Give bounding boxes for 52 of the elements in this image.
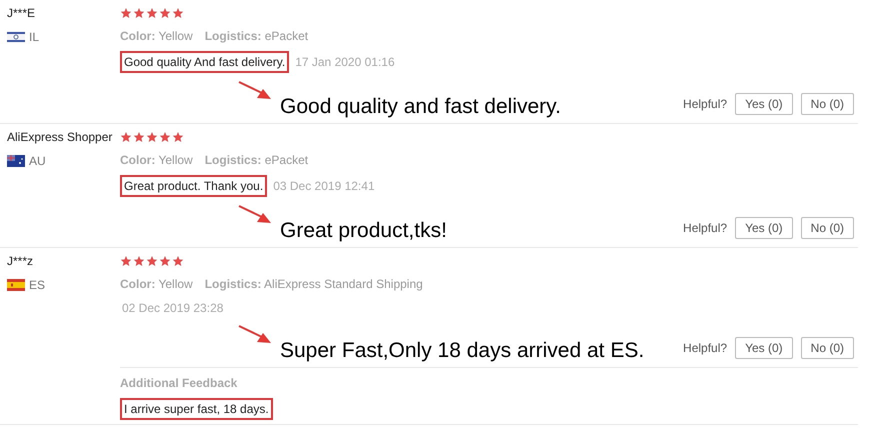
color-info: Color: Yellow xyxy=(120,152,193,169)
review-text: Great product. Thank you. xyxy=(120,175,268,197)
yes-button[interactable]: Yes (0) xyxy=(735,93,793,115)
logistics-info: Logistics: ePacket xyxy=(204,28,308,45)
star-icon xyxy=(120,255,132,267)
star-icon xyxy=(172,255,184,267)
country-code: ES xyxy=(29,277,46,294)
flag-icon xyxy=(7,31,25,43)
star-icon xyxy=(159,131,171,143)
star-icon xyxy=(120,7,132,19)
arrow-icon xyxy=(238,81,272,101)
star-icon xyxy=(133,255,145,267)
star-icon xyxy=(133,7,145,19)
review-date: 17 Jan 2020 01:16 xyxy=(294,54,395,71)
flag-icon xyxy=(7,155,25,167)
star-icon xyxy=(146,131,158,143)
reviewer-name: J***z xyxy=(7,253,34,270)
no-button[interactable]: No (0) xyxy=(800,217,854,239)
yes-button[interactable]: Yes (0) xyxy=(735,217,793,239)
reviewer-name: J***E xyxy=(7,5,36,22)
helpful-label: Helpful? xyxy=(683,96,728,113)
review-date: 02 Dec 2019 23:28 xyxy=(121,300,224,317)
star-icon xyxy=(159,255,171,267)
color-info: Color: Yellow xyxy=(120,28,193,45)
star-icon xyxy=(172,7,184,19)
star-icon xyxy=(146,255,158,267)
color-info: Color: Yellow xyxy=(120,276,193,293)
reviewer-name: AliExpress Shopper xyxy=(7,129,114,146)
flag-icon xyxy=(7,279,25,291)
annotation-caption: Great product,tks! xyxy=(280,218,447,244)
arrow-icon xyxy=(238,325,272,345)
country-code: AU xyxy=(29,153,46,170)
country-code: IL xyxy=(29,29,40,46)
logistics-info: Logistics: ePacket xyxy=(204,152,308,169)
star-icon xyxy=(172,131,184,143)
additional-feedback-title: Additional Feedback xyxy=(120,375,238,392)
star-icon xyxy=(133,131,145,143)
star-icon xyxy=(120,131,132,143)
annotation-caption: Super Fast,Only 18 days arrived at ES. xyxy=(280,338,644,364)
additional-feedback-text: I arrive super fast, 18 days. xyxy=(120,398,273,420)
yes-button[interactable]: Yes (0) xyxy=(735,337,793,359)
no-button[interactable]: No (0) xyxy=(800,337,854,359)
helpful-label: Helpful? xyxy=(683,220,728,237)
helpful-label: Helpful? xyxy=(683,340,728,357)
no-button[interactable]: No (0) xyxy=(800,93,854,115)
arrow-icon xyxy=(238,205,272,225)
star-icon xyxy=(159,7,171,19)
logistics-info: Logistics: AliExpress Standard Shipping xyxy=(204,276,423,293)
review-date: 03 Dec 2019 12:41 xyxy=(272,178,375,195)
star-icon xyxy=(146,7,158,19)
annotation-caption: Good quality and fast delivery. xyxy=(280,94,561,120)
review-text: Good quality And fast delivery. xyxy=(120,51,290,73)
